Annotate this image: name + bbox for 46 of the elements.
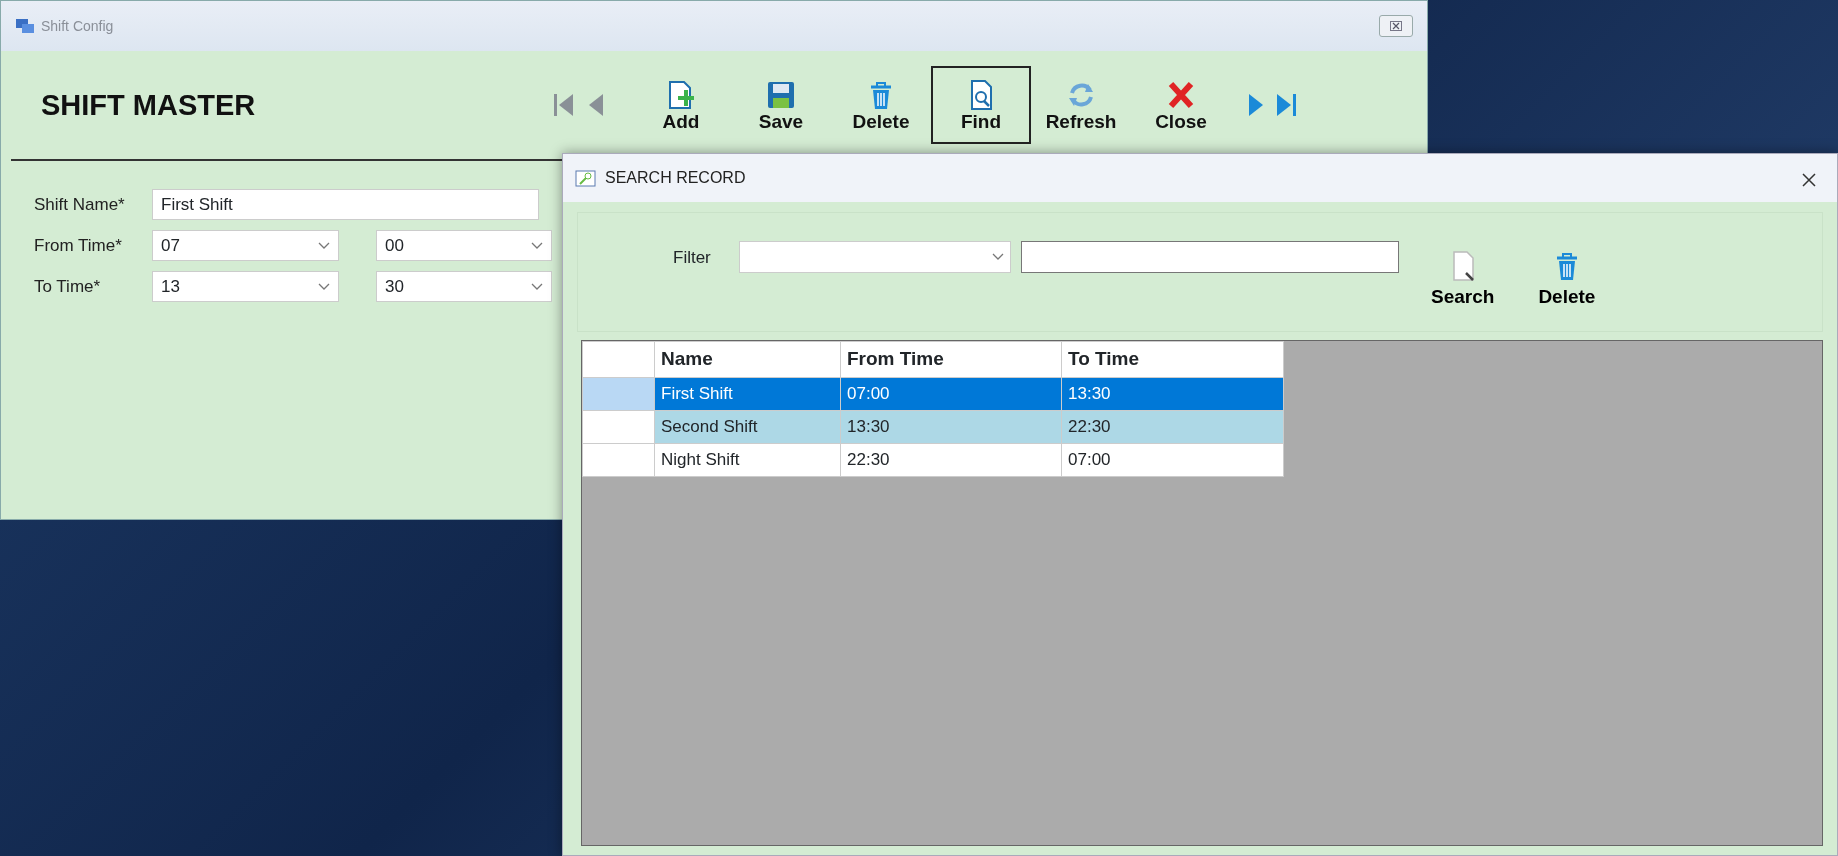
table-row[interactable]: First Shift 07:00 13:30	[582, 377, 1284, 411]
chevron-down-icon	[531, 282, 543, 291]
search-button[interactable]: Search	[1419, 241, 1507, 312]
field-label: From Time*	[34, 235, 123, 257]
table-cell: Second Shift	[654, 410, 841, 444]
table-cell: 13:30	[840, 410, 1062, 444]
filter-text-field[interactable]	[1021, 241, 1399, 273]
table-cell: 13:30	[1061, 377, 1284, 411]
dropdown-field[interactable]: 30	[376, 271, 552, 302]
table-cell: 22:30	[1061, 410, 1284, 444]
chevron-down-icon	[992, 253, 1004, 261]
close-button[interactable]: Close	[1131, 66, 1231, 144]
app-windows-icon	[15, 17, 35, 35]
find-button[interactable]: Find	[931, 66, 1031, 144]
close-icon	[1801, 171, 1817, 188]
dropdown-field[interactable]: 07	[152, 230, 339, 261]
table-cell: 07:00	[1061, 443, 1284, 477]
magnifier-window-icon	[575, 168, 597, 188]
dialog-title: SEARCH RECORD	[605, 168, 746, 188]
text-field[interactable]: First Shift	[152, 189, 539, 220]
chevron-down-icon	[531, 241, 543, 250]
table-cell: First Shift	[654, 377, 841, 411]
form-heading: SHIFT MASTER	[41, 87, 257, 123]
dropdown-field[interactable]: 00	[376, 230, 552, 261]
filter-dropdown[interactable]	[739, 241, 1011, 273]
refresh-button[interactable]: Refresh	[1031, 66, 1131, 144]
table-row[interactable]: Night Shift 22:30 07:00	[582, 443, 1284, 477]
field-label: Shift Name*	[34, 194, 126, 216]
table-row[interactable]: Second Shift 13:30 22:30	[582, 410, 1284, 444]
add-button[interactable]: Add	[631, 66, 731, 144]
field-label: To Time*	[34, 276, 102, 298]
delete-button[interactable]: Delete	[831, 66, 931, 144]
chevron-down-icon	[318, 282, 330, 291]
dropdown-field[interactable]: 13	[152, 271, 339, 302]
save-button[interactable]: Save	[731, 66, 831, 144]
column-header: Name	[654, 341, 841, 378]
close-icon	[1390, 21, 1402, 31]
table-cell: 22:30	[840, 443, 1062, 477]
column-header: From Time	[840, 341, 1062, 378]
column-header: To Time	[1061, 341, 1284, 378]
delete-button[interactable]: Delete	[1526, 241, 1608, 312]
window-title: Shift Config	[41, 16, 114, 36]
filter-label: Filter	[673, 247, 712, 269]
table-cell: 07:00	[840, 377, 1062, 411]
chevron-down-icon	[318, 241, 330, 250]
table-cell: Night Shift	[654, 443, 841, 477]
